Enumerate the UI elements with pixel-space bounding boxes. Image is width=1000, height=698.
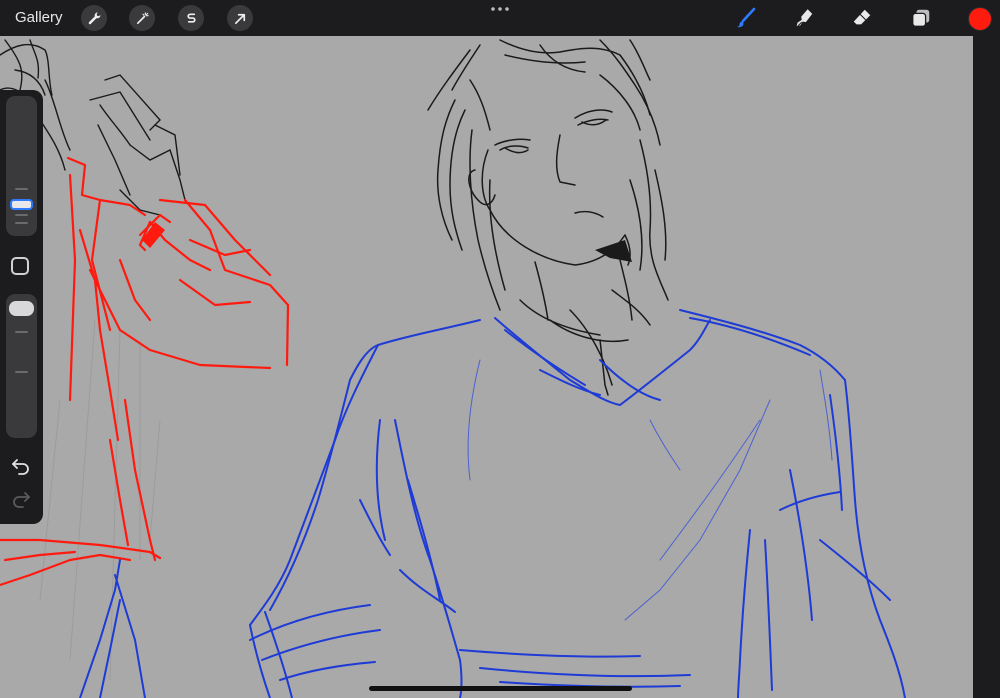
drawing-canvas[interactable] [0, 36, 973, 698]
adjustments-button[interactable] [129, 5, 155, 31]
red-layer-strokes [0, 156, 290, 587]
main-figure-sweater-strokes [249, 309, 906, 698]
selection-button[interactable] [178, 5, 204, 31]
brush-size-handle[interactable] [10, 199, 33, 210]
layers-button[interactable] [908, 6, 934, 30]
color-swatch[interactable] [968, 7, 992, 31]
home-indicator[interactable] [369, 686, 632, 691]
main-figure-head-sketch [427, 39, 669, 396]
slider-tick [15, 222, 28, 224]
slider-tick [15, 188, 28, 190]
transform-button[interactable] [227, 5, 253, 31]
right-edge-strip [973, 36, 1000, 698]
slider-tick [15, 214, 28, 216]
layers-icon [912, 9, 930, 27]
modify-button[interactable] [11, 257, 29, 275]
opacity-slider[interactable] [6, 294, 37, 438]
smudge-finger-icon [796, 9, 813, 27]
left-sidebar [0, 90, 43, 524]
slider-tick [15, 371, 28, 373]
sweater-fold-lines [467, 359, 833, 621]
redo-icon[interactable] [10, 490, 32, 508]
magic-wand-icon [136, 11, 149, 24]
sketch-artwork [0, 39, 906, 698]
brush-size-slider[interactable] [6, 96, 37, 236]
actions-button[interactable] [81, 5, 107, 31]
smudge-tool[interactable] [791, 6, 817, 30]
slider-tick [15, 331, 28, 333]
gallery-button[interactable]: Gallery [15, 9, 63, 26]
wrench-icon [88, 11, 101, 24]
brush-icon [737, 7, 756, 28]
brush-tool[interactable] [733, 6, 759, 30]
undo-icon[interactable] [10, 457, 32, 475]
neck-shadow [595, 240, 632, 262]
top-toolbar: Gallery [0, 0, 1000, 36]
arrow-cursor-icon [234, 13, 245, 24]
more-dots-icon[interactable] [490, 6, 510, 12]
selection-s-icon [186, 12, 196, 23]
opacity-handle[interactable] [9, 301, 34, 316]
eraser-tool[interactable] [849, 6, 875, 30]
eraser-icon [853, 9, 871, 25]
